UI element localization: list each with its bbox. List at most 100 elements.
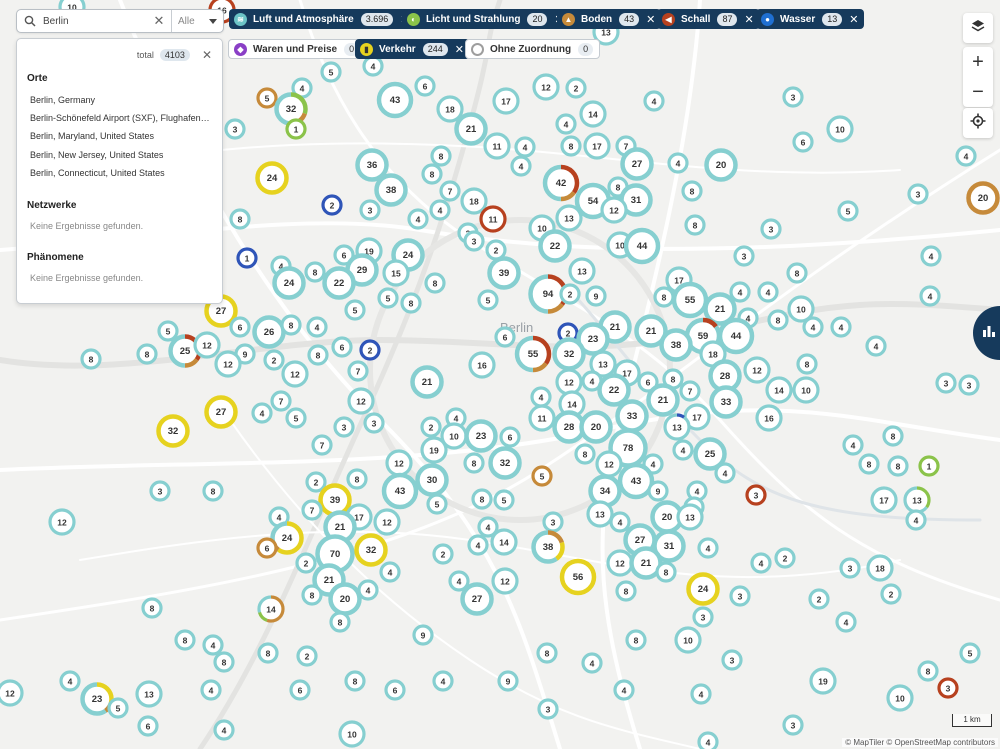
cluster-marker[interactable]: 4 — [714, 462, 736, 484]
cluster-marker[interactable]: 22 — [322, 266, 356, 300]
cluster-marker[interactable]: 5 — [377, 287, 399, 309]
filter-chip-traffic[interactable]: ▮ Verkehr 244 ✕ — [355, 39, 470, 59]
clear-search-icon[interactable]: ✕ — [151, 13, 167, 29]
cluster-marker[interactable]: 14 — [579, 100, 607, 128]
cluster-marker[interactable]: 43 — [376, 81, 414, 119]
cluster-marker[interactable]: 32 — [354, 533, 388, 567]
cluster-marker[interactable]: 5 — [837, 200, 859, 222]
cluster-marker[interactable]: 5 — [426, 493, 448, 515]
cluster-marker[interactable]: 3 — [333, 416, 355, 438]
cluster-marker[interactable]: 6 — [137, 715, 159, 737]
cluster-marker[interactable]: 6 — [229, 316, 251, 338]
cluster-marker[interactable]: 2 — [305, 471, 327, 493]
cluster-marker[interactable]: 4 — [835, 611, 857, 633]
cluster-marker[interactable]: 8 — [80, 348, 102, 370]
cluster-marker[interactable]: 3 — [937, 677, 959, 699]
cluster-marker[interactable]: 27 — [204, 395, 238, 429]
cluster-marker[interactable]: 3 — [729, 585, 751, 607]
cluster-marker[interactable]: 39 — [318, 483, 352, 517]
filter-chip-unassigned[interactable]: Ohne Zuordnung 0 — [465, 39, 601, 59]
cluster-marker[interactable]: 19 — [809, 667, 837, 695]
cluster-marker[interactable]: 12 — [193, 331, 221, 359]
cluster-marker[interactable]: 32 — [488, 446, 522, 480]
cluster-marker[interactable]: 8 — [786, 262, 808, 284]
cluster-marker[interactable]: 36 — [355, 148, 389, 182]
cluster-marker[interactable]: 3 — [463, 230, 485, 252]
cluster-marker[interactable]: 4 — [609, 511, 631, 533]
filter-chip-light[interactable]: ◐ Licht und Strahlung 20 ✕ — [402, 9, 570, 29]
cluster-marker[interactable]: 4 — [757, 281, 779, 303]
result-item[interactable]: Berlin, New Jersey, United States — [30, 150, 210, 160]
cluster-marker[interactable]: 4 — [357, 579, 379, 601]
cluster-marker[interactable]: 9 — [412, 624, 434, 646]
cluster-marker[interactable]: 11 — [483, 132, 511, 160]
cluster-marker[interactable]: 30 — [415, 463, 449, 497]
cluster-marker[interactable]: 7 — [311, 434, 333, 456]
cluster-marker[interactable]: 3 — [363, 412, 385, 434]
cluster-marker[interactable]: 34 — [588, 474, 622, 508]
cluster-marker[interactable]: 3 — [224, 118, 246, 140]
cluster-marker[interactable]: 24 — [272, 266, 306, 300]
cluster-marker[interactable]: 18 — [436, 95, 464, 123]
cluster-marker[interactable]: 12 — [373, 508, 401, 536]
cluster-marker[interactable]: 9 — [497, 670, 519, 692]
cluster-marker[interactable]: 4 — [920, 245, 942, 267]
result-item[interactable]: Berlin, Germany — [30, 95, 210, 105]
cluster-marker[interactable]: 32 — [552, 337, 586, 371]
cluster-marker[interactable]: 3 — [542, 511, 564, 533]
cluster-marker[interactable]: 4 — [672, 439, 694, 461]
cluster-marker[interactable]: 3 — [907, 183, 929, 205]
cluster-marker[interactable]: 4 — [643, 90, 665, 112]
cluster-marker[interactable]: 4 — [581, 652, 603, 674]
cluster-marker[interactable]: 32 — [156, 414, 190, 448]
cluster-marker[interactable]: 2 — [420, 416, 442, 438]
cluster-marker[interactable]: 21 — [410, 365, 444, 399]
cluster-marker[interactable]: 2 — [321, 194, 343, 216]
cluster-marker[interactable]: 6 — [499, 426, 521, 448]
cluster-marker[interactable]: 4 — [750, 552, 772, 574]
filter-chip-sound[interactable]: ◀ Schall 87 ✕ — [657, 9, 760, 29]
cluster-marker[interactable]: 12 — [606, 549, 634, 577]
cluster-marker[interactable]: 11 — [479, 205, 507, 233]
cluster-marker[interactable]: 4 — [667, 152, 689, 174]
cluster-marker[interactable]: 44 — [623, 227, 661, 265]
cluster-marker[interactable]: 12 — [281, 360, 309, 388]
close-icon[interactable]: ✕ — [455, 43, 464, 56]
search-icon[interactable] — [17, 10, 43, 32]
cluster-marker[interactable]: 4 — [379, 561, 401, 583]
cluster-marker[interactable]: 4 — [467, 534, 489, 556]
filter-chip-soil[interactable]: ▲ Boden 43 ✕ — [557, 9, 662, 29]
cluster-marker[interactable]: 9 — [647, 480, 669, 502]
cluster-marker[interactable]: 33 — [709, 385, 743, 419]
cluster-marker[interactable]: 4 — [697, 731, 719, 749]
cluster-marker[interactable]: 6 — [792, 131, 814, 153]
cluster-marker[interactable]: 6 — [384, 679, 406, 701]
cluster-marker[interactable]: 3 — [149, 480, 171, 502]
cluster-marker[interactable]: 8 — [329, 611, 351, 633]
cluster-marker[interactable]: 12 — [532, 73, 560, 101]
cluster-marker[interactable]: 3 — [692, 606, 714, 628]
cluster-marker[interactable]: 8 — [615, 580, 637, 602]
cluster-marker[interactable]: 21 — [646, 383, 680, 417]
cluster-marker[interactable]: 8 — [655, 561, 677, 583]
cluster-marker[interactable]: 8 — [257, 642, 279, 664]
cluster-marker[interactable]: 5 — [959, 642, 981, 664]
cluster-marker[interactable]: 20 — [966, 181, 1000, 215]
cluster-marker[interactable]: 2 — [295, 552, 317, 574]
cluster-marker[interactable]: 8 — [681, 180, 703, 202]
cluster-marker[interactable]: 8 — [229, 208, 251, 230]
cluster-marker[interactable]: 4 — [251, 402, 273, 424]
zoom-out-button[interactable]: − — [963, 77, 993, 107]
cluster-marker[interactable]: 8 — [304, 261, 326, 283]
cluster-marker[interactable]: 18 — [460, 187, 488, 215]
cluster-marker[interactable]: 22 — [597, 373, 631, 407]
cluster-marker[interactable]: 23 — [464, 419, 498, 453]
cluster-marker[interactable]: 3 — [935, 372, 957, 394]
cluster-marker[interactable]: 2 — [559, 283, 581, 305]
cluster-marker[interactable]: 3 — [782, 86, 804, 108]
cluster-marker[interactable]: 8 — [560, 135, 582, 157]
cluster-marker[interactable]: 4 — [613, 679, 635, 701]
cluster-marker[interactable]: 13 — [663, 413, 691, 441]
cluster-marker[interactable]: 8 — [653, 286, 675, 308]
cluster-marker[interactable]: 2 — [485, 239, 507, 261]
